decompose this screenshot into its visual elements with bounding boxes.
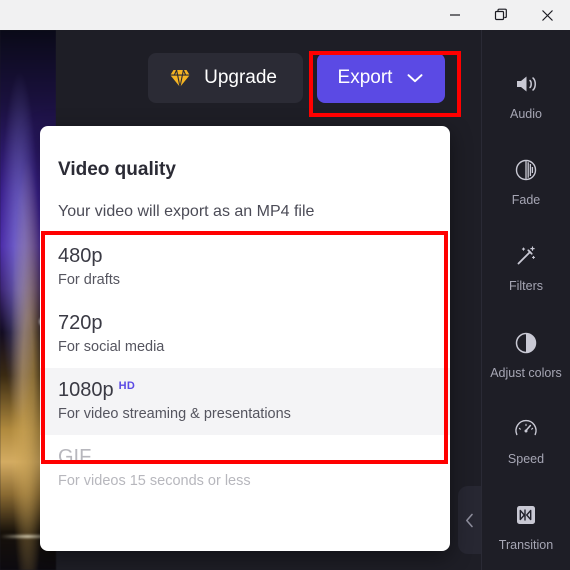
video-quality-options: 480p For drafts 720p For social media 10… — [40, 234, 450, 502]
gem-icon — [168, 66, 192, 90]
sidebar-item-label: Transition — [498, 538, 554, 553]
video-editor-window: Upgrade Export Video quality Your video … — [0, 0, 570, 570]
sidebar-item-label: Fade — [511, 192, 541, 207]
sidebar-item-speed[interactable]: Speed — [482, 397, 570, 483]
quality-option-720p[interactable]: 720p For social media — [40, 301, 450, 368]
sidebar-item-adjust-colors[interactable]: Adjust colors — [482, 311, 570, 397]
sidebar-item-filters[interactable]: Filters — [482, 225, 570, 311]
contrast-circle-icon — [512, 329, 540, 357]
quality-option-description: For video streaming & presentations — [58, 406, 291, 422]
quality-option-description: For videos 15 seconds or less — [58, 473, 251, 489]
speaker-icon — [512, 70, 540, 98]
magic-wand-icon — [512, 242, 540, 270]
quality-option-gif: GIF For videos 15 seconds or less — [40, 435, 450, 502]
top-toolbar: Upgrade Export — [56, 30, 481, 126]
upgrade-button[interactable]: Upgrade — [148, 53, 303, 103]
export-button-wrapper: Export — [317, 53, 445, 103]
quality-option-description: For social media — [58, 339, 165, 355]
collapse-panel-handle[interactable] — [458, 486, 481, 554]
close-icon[interactable] — [524, 0, 570, 30]
minimize-icon[interactable] — [432, 0, 478, 30]
sidebar-item-fade[interactable]: Fade — [482, 138, 570, 224]
sidebar-item-label: Speed — [507, 451, 545, 466]
export-button-label: Export — [337, 67, 393, 88]
quality-option-480p[interactable]: 480p For drafts — [40, 234, 450, 301]
sidebar-item-audio[interactable]: Audio — [482, 52, 570, 138]
restore-icon[interactable] — [478, 0, 524, 30]
fade-circle-icon — [512, 156, 540, 184]
speedometer-icon — [512, 415, 540, 443]
window-titlebar — [0, 0, 570, 30]
upgrade-button-label: Upgrade — [204, 67, 277, 88]
quality-option-label: 480p — [58, 245, 103, 267]
hd-badge: HD — [118, 380, 136, 392]
dropdown-subtitle: Your video will export as an MP4 file — [58, 203, 315, 220]
transition-icon — [512, 501, 540, 529]
sidebar-item-label: Filters — [508, 279, 544, 294]
sidebar-item-transition[interactable]: Transition — [482, 484, 570, 570]
right-sidebar: Audio Fade Filters Adjust colors Speed T… — [481, 30, 570, 570]
chevron-down-icon — [406, 72, 424, 84]
quality-option-label: GIF — [58, 446, 92, 468]
export-button[interactable]: Export — [317, 53, 445, 103]
quality-option-1080p[interactable]: 1080p HD For video streaming & presentat… — [40, 368, 450, 435]
chevron-left-icon — [465, 513, 474, 528]
quality-option-description: For drafts — [58, 272, 121, 288]
dropdown-title: Video quality — [58, 159, 176, 180]
quality-option-label: 720p — [58, 312, 103, 334]
quality-option-label: 1080p — [58, 379, 114, 401]
sidebar-item-label: Audio — [510, 106, 542, 121]
video-quality-dropdown: Video quality Your video will export as … — [40, 126, 450, 551]
sidebar-item-label: Adjust colors — [490, 365, 562, 380]
